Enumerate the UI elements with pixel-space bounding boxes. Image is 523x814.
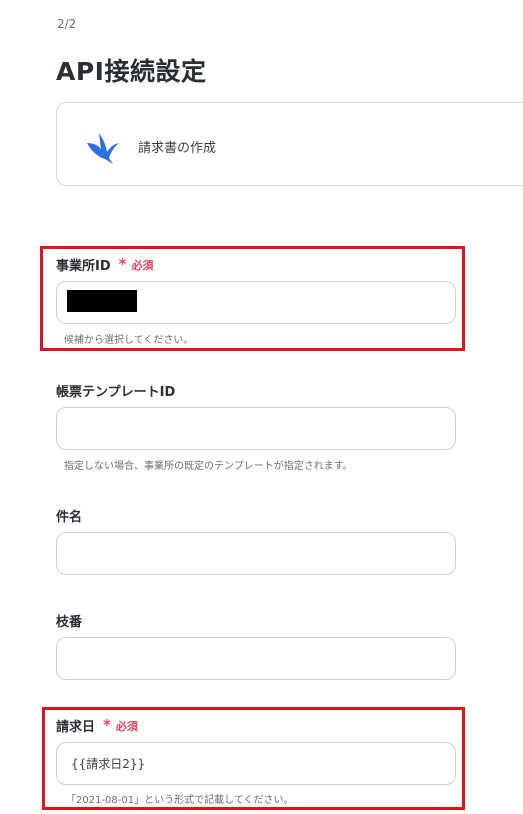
field-label-text: 枝番: [56, 615, 83, 630]
template-id-input[interactable]: [56, 407, 456, 450]
api-settings-page: 2/2 API接続設定 請求書の作成 事業所ID * 必須 候補から選択してくだ…: [0, 0, 523, 814]
page-title: API接続設定: [56, 57, 207, 86]
branch-no-input[interactable]: [56, 637, 456, 680]
step-indicator: 2/2: [57, 17, 77, 31]
field-label-branch-no: 枝番: [56, 611, 82, 630]
field-label-template-id: 帳票テンプレートID: [56, 381, 175, 400]
subject-input[interactable]: [56, 532, 456, 575]
app-action-card: 請求書の作成: [56, 102, 523, 186]
field-label-text: 件名: [56, 510, 83, 525]
highlight-box-billing-date: [42, 707, 465, 810]
swallow-bird-icon: [87, 133, 119, 164]
field-label-subject: 件名: [56, 506, 82, 525]
template-id-hint: 指定しない場合、事業所の既定のテンプレートが指定されます。: [64, 461, 353, 472]
field-label-text: 帳票テンプレートID: [56, 385, 176, 400]
app-action-name: 請求書の作成: [138, 141, 217, 156]
highlight-box-office-id: [40, 246, 465, 351]
